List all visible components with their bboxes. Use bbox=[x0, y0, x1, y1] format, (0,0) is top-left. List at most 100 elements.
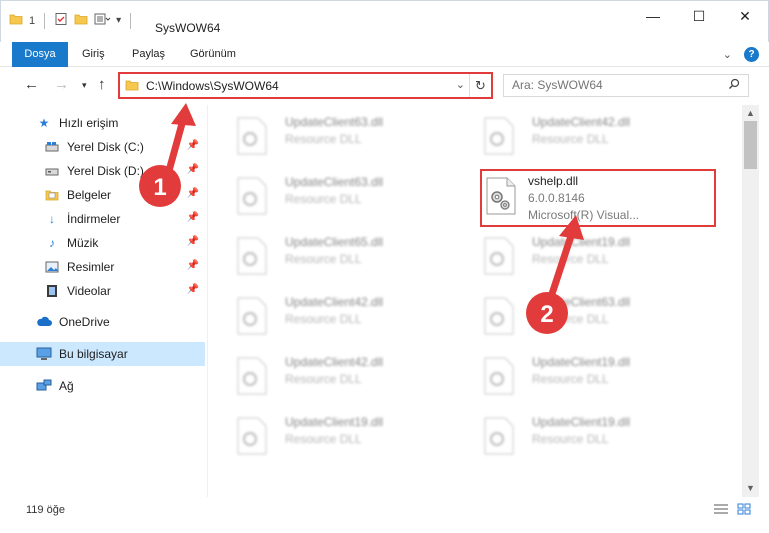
close-button[interactable]: ✕ bbox=[722, 1, 768, 31]
up-arrow-icon[interactable]: ↑ bbox=[98, 76, 106, 93]
item-count: 119 öğe bbox=[26, 504, 65, 516]
file-item[interactable]: UpdateClient42.dll Resource DLL bbox=[225, 349, 465, 401]
file-item-vshelp-dll[interactable]: vshelp.dll 6.0.0.8146 Microsoft(R) Visua… bbox=[480, 169, 716, 227]
vertical-scrollbar[interactable]: ▲ ▼ bbox=[742, 105, 759, 497]
window-controls: — ☐ ✕ bbox=[630, 1, 768, 31]
pin-icon[interactable]: 📌 bbox=[187, 188, 199, 199]
search-icon[interactable] bbox=[728, 78, 740, 93]
music-icon: ♪ bbox=[49, 236, 55, 250]
help-icon[interactable]: ? bbox=[744, 47, 759, 62]
file-name: UpdateClient63.dll bbox=[285, 175, 384, 189]
file-item[interactable]: UpdateClient63.dll Resource DLL bbox=[225, 169, 465, 221]
scroll-thumb[interactable] bbox=[744, 121, 757, 169]
maximize-button[interactable]: ☐ bbox=[676, 1, 722, 31]
sidebar-item-music[interactable]: ♪ Müzik 📌 bbox=[0, 231, 205, 255]
new-folder-icon[interactable] bbox=[74, 12, 88, 29]
sidebar-item-label: Yerel Disk (C:) bbox=[67, 140, 144, 154]
sidebar-item-pictures[interactable]: Resimler 📌 bbox=[0, 255, 205, 279]
file-item[interactable]: UpdateClient19.dll Resource DLL bbox=[472, 349, 712, 401]
dll-file-icon bbox=[484, 357, 514, 395]
file-type: Resource DLL bbox=[532, 432, 609, 446]
pin-icon[interactable]: 📌 bbox=[187, 212, 199, 223]
file-name: UpdateClient63.dll bbox=[532, 295, 631, 309]
pin-icon[interactable]: 📌 bbox=[187, 284, 199, 295]
sidebar-item-network[interactable]: Ağ bbox=[0, 374, 205, 398]
pin-icon[interactable]: 📌 bbox=[187, 140, 199, 151]
file-item[interactable]: UpdateClient19.dll Resource DLL bbox=[225, 409, 465, 461]
file-type: Resource DLL bbox=[532, 372, 609, 386]
file-name: vshelp.dll bbox=[528, 174, 579, 188]
dll-file-icon bbox=[484, 417, 514, 455]
file-item[interactable]: UpdateClient19.dll Resource DLL bbox=[472, 229, 712, 281]
properties-icon[interactable] bbox=[54, 12, 68, 29]
file-name: UpdateClient65.dll bbox=[285, 235, 384, 249]
pin-icon[interactable]: 📌 bbox=[187, 260, 199, 271]
view-options-icon[interactable] bbox=[94, 12, 111, 29]
file-type: Resource DLL bbox=[532, 132, 609, 146]
drive-icon bbox=[44, 163, 60, 179]
sidebar-item-documents[interactable]: Belgeler 📌 bbox=[0, 183, 205, 207]
file-type: Resource DLL bbox=[285, 192, 362, 206]
chevron-down-icon[interactable]: ⌄ bbox=[723, 48, 732, 61]
search-input[interactable] bbox=[512, 78, 712, 92]
file-type: Resource DLL bbox=[532, 252, 609, 266]
back-arrow-icon[interactable]: ← bbox=[24, 76, 39, 93]
quick-access-number: 1 bbox=[29, 14, 36, 27]
dll-file-icon bbox=[484, 297, 514, 335]
file-name: UpdateClient19.dll bbox=[532, 415, 631, 429]
file-name: UpdateClient42.dll bbox=[285, 355, 384, 369]
large-icons-view-icon[interactable] bbox=[737, 503, 751, 518]
sidebar-item-label: OneDrive bbox=[59, 315, 110, 329]
address-bar[interactable]: C:\Windows\SysWOW64 ⌄ ↻ bbox=[118, 72, 493, 99]
file-type: Resource DLL bbox=[285, 312, 362, 326]
pin-icon[interactable]: 📌 bbox=[187, 236, 199, 247]
sidebar-item-videos[interactable]: Videolar 📌 bbox=[0, 279, 205, 303]
search-box[interactable] bbox=[503, 74, 749, 97]
scroll-down-icon[interactable]: ▼ bbox=[742, 480, 759, 497]
sidebar-item-local-disk-c[interactable]: Yerel Disk (C:) 📌 bbox=[0, 135, 205, 159]
tab-view[interactable]: Görünüm bbox=[190, 42, 236, 67]
ribbon-controls: ⌄ ? bbox=[723, 47, 759, 62]
sidebar-item-quick-access[interactable]: ★ Hızlı erişim bbox=[0, 111, 205, 135]
refresh-icon[interactable]: ↻ bbox=[469, 74, 491, 97]
forward-arrow-icon[interactable]: → bbox=[54, 76, 69, 93]
sidebar-item-this-pc[interactable]: Bu bilgisayar bbox=[0, 342, 205, 366]
file-name: UpdateClient19.dll bbox=[285, 415, 384, 429]
file-item[interactable]: UpdateClient19.dll Resource DLL bbox=[472, 409, 712, 461]
pane-divider[interactable] bbox=[207, 105, 208, 497]
download-icon: ↓ bbox=[49, 212, 55, 226]
sidebar-item-onedrive[interactable]: OneDrive bbox=[0, 310, 205, 334]
recent-locations-icon[interactable]: ▾ bbox=[82, 80, 87, 91]
customize-toolbar-icon[interactable]: ▾ bbox=[116, 15, 121, 26]
folder-icon bbox=[125, 78, 139, 95]
scroll-up-icon[interactable]: ▲ bbox=[742, 105, 759, 122]
sidebar-item-label: Bu bilgisayar bbox=[59, 347, 128, 361]
address-row: ← → ▾ ↑ C:\Windows\SysWOW64 ⌄ ↻ bbox=[0, 67, 769, 105]
file-item[interactable]: UpdateClient42.dll Resource DLL bbox=[225, 289, 465, 341]
file-item[interactable]: UpdateClient63.dll Resource DLL bbox=[225, 109, 465, 161]
file-name: UpdateClient63.dll bbox=[285, 115, 384, 129]
tab-share[interactable]: Paylaş bbox=[132, 42, 165, 67]
file-item[interactable]: UpdateClient65.dll Resource DLL bbox=[225, 229, 465, 281]
pin-icon[interactable]: 📌 bbox=[187, 164, 199, 175]
dll-file-icon bbox=[237, 357, 267, 395]
file-name: UpdateClient42.dll bbox=[285, 295, 384, 309]
address-dropdown-icon[interactable]: ⌄ bbox=[456, 78, 465, 91]
minimize-button[interactable]: — bbox=[630, 1, 676, 31]
sidebar-item-local-disk-d[interactable]: Yerel Disk (D:) 📌 bbox=[0, 159, 205, 183]
file-item[interactable]: UpdateClient63.dll Resource DLL bbox=[472, 289, 712, 341]
sidebar-item-label: Resimler bbox=[67, 260, 115, 274]
dll-file-icon bbox=[486, 177, 516, 215]
details-view-icon[interactable] bbox=[713, 503, 729, 518]
file-item[interactable]: UpdateClient42.dll Resource DLL bbox=[472, 109, 712, 161]
dll-file-icon bbox=[237, 297, 267, 335]
title-bar: 1 ▾ SysWOW64 — ☐ ✕ bbox=[0, 0, 769, 42]
address-path[interactable]: C:\Windows\SysWOW64 bbox=[146, 79, 279, 93]
documents-icon bbox=[44, 187, 60, 203]
pictures-icon bbox=[44, 259, 60, 275]
tab-home[interactable]: Giriş bbox=[82, 42, 105, 67]
sidebar-item-downloads[interactable]: ↓ İndirmeler 📌 bbox=[0, 207, 205, 231]
computer-icon bbox=[36, 346, 52, 362]
network-icon bbox=[36, 378, 52, 394]
sidebar-item-label: Videolar bbox=[67, 284, 111, 298]
